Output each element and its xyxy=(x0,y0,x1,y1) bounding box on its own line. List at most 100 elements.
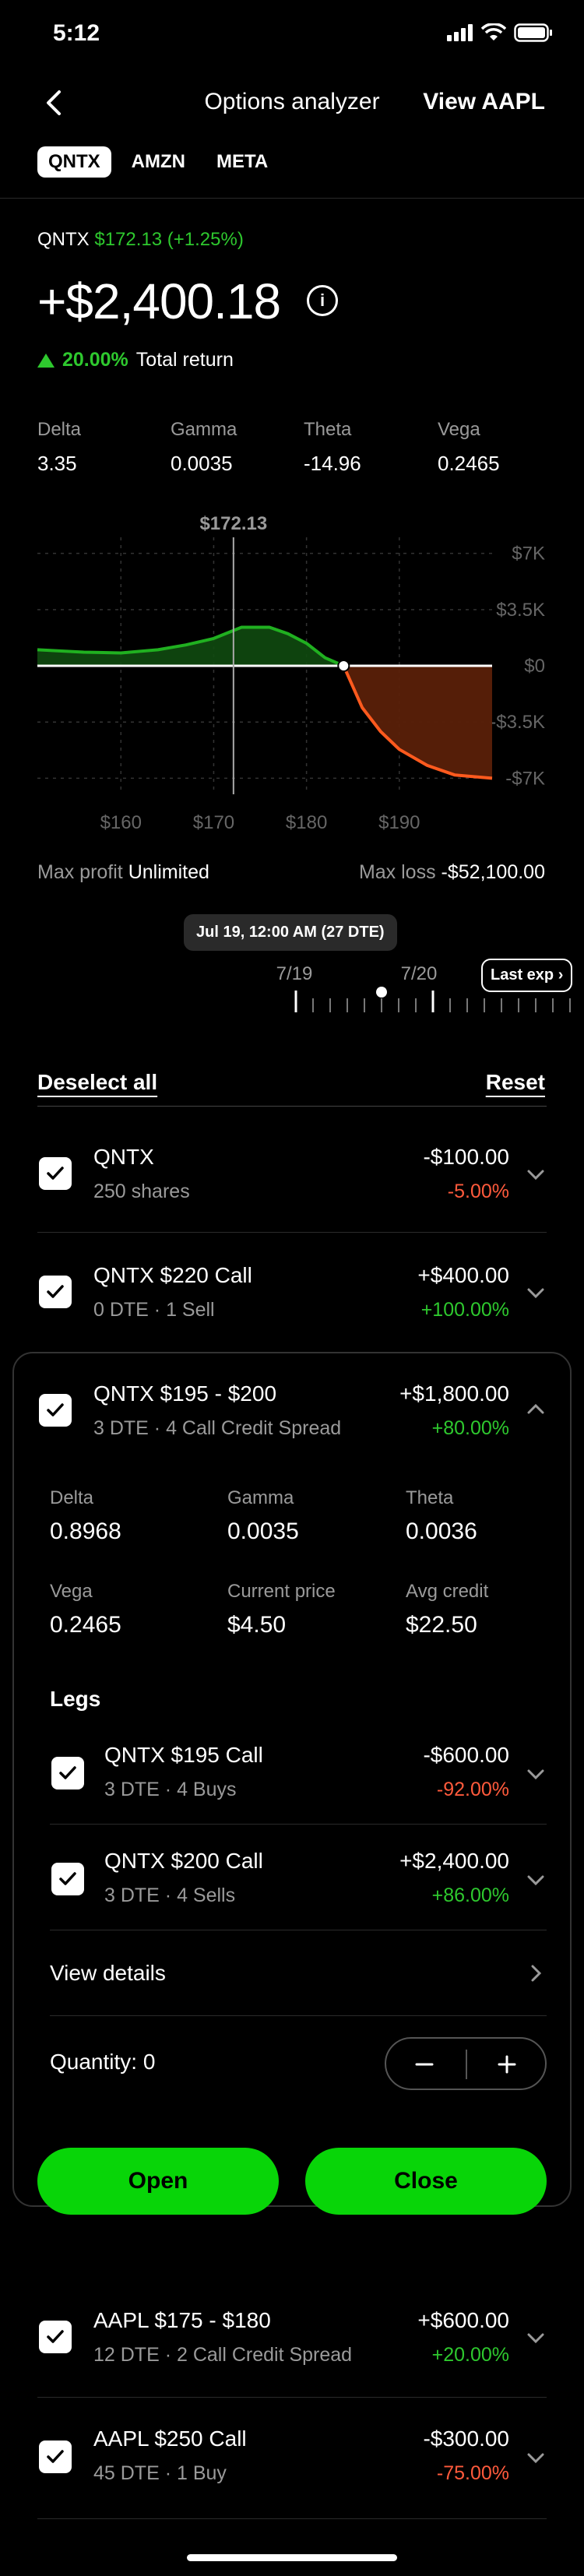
max-profit-label: Max profit xyxy=(37,861,123,883)
greek-label: Delta xyxy=(37,419,82,440)
divider xyxy=(37,1232,547,1233)
checkmark-icon xyxy=(47,1167,64,1180)
timeline-date-label: 7/19 xyxy=(276,963,313,984)
position-checkbox[interactable] xyxy=(39,2441,72,2473)
leg-pct: -92.00% xyxy=(436,1779,509,1800)
wifi-icon xyxy=(481,23,506,40)
position-sub: 0 DTE · 1 Sell xyxy=(93,1299,215,1321)
open-button[interactable]: Open xyxy=(37,2148,279,2215)
max-loss-label: Max loss xyxy=(358,861,436,883)
position-sub: 45 DTE · 1 Buy xyxy=(93,2462,227,2484)
quantity-label: Quantity: 0 xyxy=(50,2050,156,2074)
cellular-signal-icon xyxy=(447,24,473,41)
status-time: 5:12 xyxy=(53,20,100,46)
deselect-all-button[interactable]: Deselect all xyxy=(37,1070,157,1095)
position-pct: -75.00% xyxy=(436,2462,509,2484)
chevron-right-icon xyxy=(531,1965,542,1982)
position-checkbox[interactable] xyxy=(39,1394,72,1427)
tab-meta[interactable]: META xyxy=(206,146,279,178)
chevron-down-icon[interactable] xyxy=(525,1869,547,1891)
greek-label: Gamma xyxy=(171,419,237,440)
return-pct: 20.00% xyxy=(62,349,128,371)
checkmark-icon xyxy=(59,1872,76,1885)
detail-label: Avg credit xyxy=(406,1581,489,1602)
minus-icon[interactable] xyxy=(414,2054,434,2075)
greek-vega: Vega 0.2465 xyxy=(438,419,500,476)
ticker-tabs: QNTX AMZN META xyxy=(37,146,279,178)
greek-label: Theta xyxy=(304,419,352,440)
x-tick-label: $160 xyxy=(100,812,142,833)
chevron-down-icon[interactable] xyxy=(525,1282,547,1304)
chevron-up-icon[interactable] xyxy=(525,1399,547,1420)
position-checkbox[interactable] xyxy=(39,2321,72,2353)
max-loss: Max loss -$52,100.00 xyxy=(359,861,545,884)
detail-value: 0.0036 xyxy=(406,1519,477,1544)
leg-sub: 3 DTE · 4 Sells xyxy=(104,1884,236,1906)
position-checkbox[interactable] xyxy=(39,1157,72,1190)
checkmark-icon xyxy=(47,2330,64,2343)
battery-icon xyxy=(514,23,552,42)
position-value: +$1,800.00 xyxy=(399,1381,509,1406)
divider xyxy=(50,2015,547,2016)
divider xyxy=(37,1106,547,1107)
reset-button[interactable]: Reset xyxy=(486,1070,545,1095)
position-checkbox[interactable] xyxy=(39,1276,72,1308)
max-profit: Max profit Unlimited xyxy=(37,861,209,884)
y-tick-label: $7K xyxy=(512,544,545,565)
greek-value: -14.96 xyxy=(304,452,361,475)
chevron-down-icon[interactable] xyxy=(525,1763,547,1785)
leg-value: +$2,400.00 xyxy=(399,1849,509,1873)
view-details-label: View details xyxy=(50,1961,166,1985)
breakeven-point xyxy=(337,660,350,672)
x-tick-label: $180 xyxy=(286,812,327,833)
view-aapl-link[interactable]: View AAPL xyxy=(423,89,545,115)
position-value: -$300.00 xyxy=(423,2426,509,2451)
last-exp-button[interactable]: Last exp › xyxy=(481,959,573,992)
timeline-date-label: 7/20 xyxy=(401,963,438,984)
tab-amzn[interactable]: AMZN xyxy=(121,146,196,178)
last-exp-label: Last exp xyxy=(491,966,554,984)
timeline-scrubber-handle[interactable] xyxy=(376,987,387,998)
position-pct: +20.00% xyxy=(431,2344,509,2366)
pnl-chart[interactable]: $7K $3.5K $0 -$3.5K -$7K $160 $170 $180 $190 $172… xyxy=(0,506,584,841)
leg-pct: +86.00% xyxy=(431,1884,509,1906)
total-value: +$2,400.18 xyxy=(37,273,281,329)
position-value: +$400.00 xyxy=(417,1263,509,1287)
profit-area xyxy=(37,627,344,666)
home-indicator[interactable] xyxy=(187,2554,397,2561)
divider xyxy=(37,2397,547,2398)
leg-checkbox[interactable] xyxy=(51,1757,84,1789)
chevron-right-icon: › xyxy=(558,966,564,984)
plus-icon[interactable] xyxy=(497,2054,517,2075)
leg-title: QNTX $200 Call xyxy=(104,1849,263,1873)
checkmark-icon xyxy=(47,1403,64,1416)
y-tick-label: -$7K xyxy=(505,768,545,789)
detail-label: Delta xyxy=(50,1487,94,1508)
up-triangle-icon xyxy=(37,353,55,368)
chevron-down-icon[interactable] xyxy=(525,1163,547,1185)
close-button[interactable]: Close xyxy=(305,2148,547,2215)
divider xyxy=(0,198,584,199)
date-tooltip: Jul 19, 12:00 AM (27 DTE) xyxy=(184,914,397,951)
position-value: -$100.00 xyxy=(423,1145,509,1169)
y-tick-label: $3.5K xyxy=(496,600,545,621)
chevron-down-icon[interactable] xyxy=(525,2327,547,2349)
detail-value: $22.50 xyxy=(406,1612,477,1638)
price-change: $172.13 (+1.25%) xyxy=(94,229,244,250)
quantity-stepper[interactable] xyxy=(385,2037,547,2090)
legs-heading: Legs xyxy=(50,1687,101,1711)
info-icon[interactable]: i xyxy=(307,285,338,316)
leg-checkbox[interactable] xyxy=(51,1863,84,1895)
leg-title: QNTX $195 Call xyxy=(104,1743,263,1767)
tab-qntx[interactable]: QNTX xyxy=(37,146,111,178)
position-value: +$600.00 xyxy=(417,2308,509,2332)
y-tick-label: -$3.5K xyxy=(490,712,545,733)
chevron-down-icon[interactable] xyxy=(525,2447,547,2469)
greek-theta: Theta -14.96 xyxy=(304,419,361,476)
stepper-divider xyxy=(466,2050,467,2079)
detail-label: Gamma xyxy=(227,1487,294,1508)
max-profit-value: Unlimited xyxy=(128,861,209,883)
greek-delta: Delta 3.35 xyxy=(37,419,81,476)
detail-label: Current price xyxy=(227,1581,336,1602)
detail-value: 0.2465 xyxy=(50,1612,121,1638)
